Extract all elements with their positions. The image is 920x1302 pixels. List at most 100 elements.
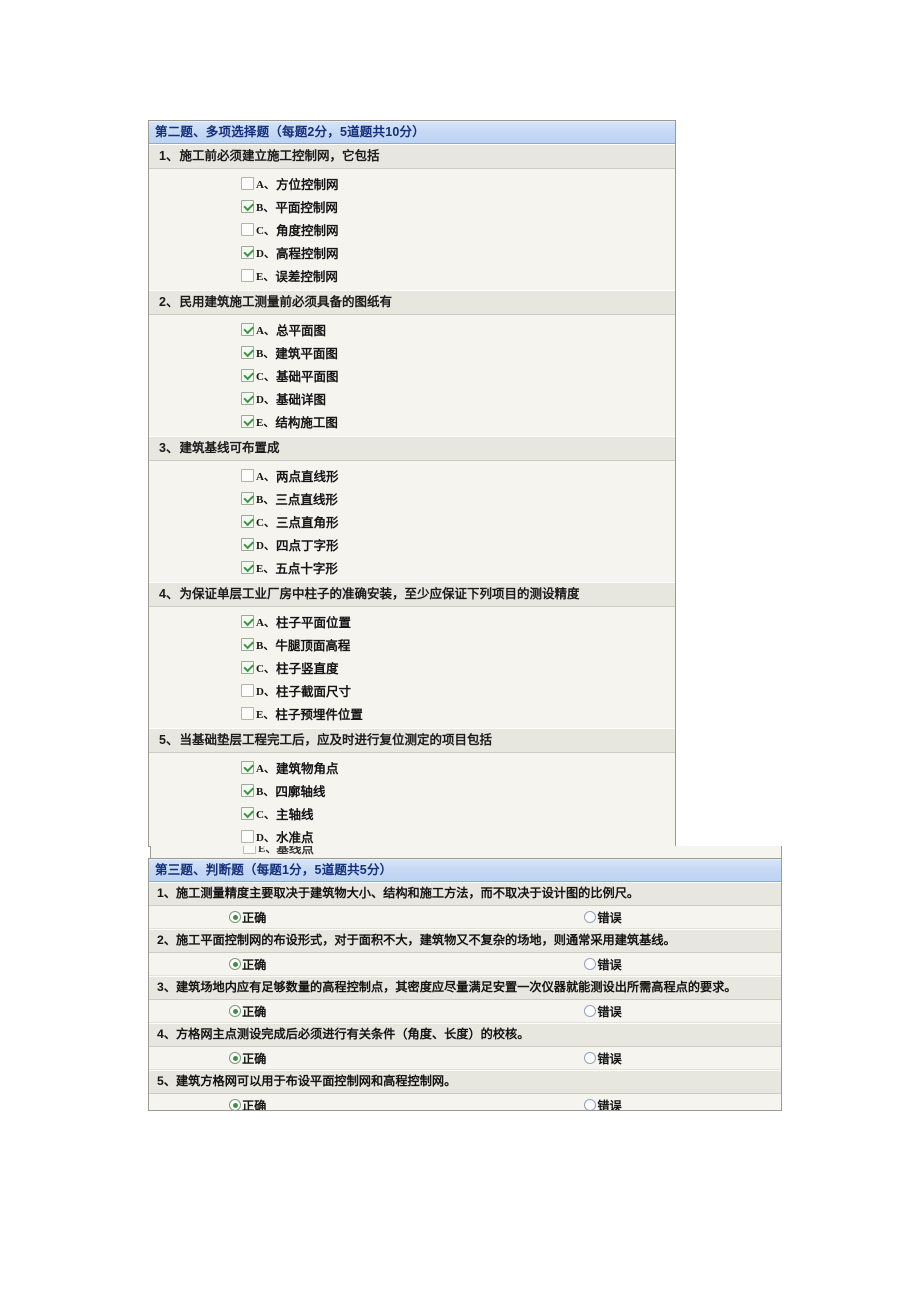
question-number: 4、	[159, 587, 179, 601]
answer-row: 正确 错误	[149, 1047, 781, 1070]
question-text: 建筑方格网可以用于布设平面控制网和高程控制网。	[175, 1074, 457, 1088]
option-row[interactable]: D、 基础详图	[149, 387, 675, 410]
radio-option-false[interactable]: 错误	[584, 1002, 622, 1020]
option-label: 柱子平面位置	[275, 616, 351, 630]
option-row[interactable]: E、 五点十字形	[149, 556, 675, 579]
option-row[interactable]: D、 四点丁字形	[149, 533, 675, 556]
question-title: 4、为保证单层工业厂房中柱子的准确安装，至少应保证下列项目的测设精度	[149, 582, 675, 607]
checkbox-checked-icon[interactable]	[241, 638, 254, 651]
checkbox-checked-icon[interactable]	[241, 807, 254, 820]
radio-label-false: 错误	[597, 958, 622, 972]
radio-label-true: 正确	[242, 911, 267, 925]
radio-option-false[interactable]: 错误	[584, 908, 622, 926]
checkbox-checked-icon[interactable]	[241, 323, 254, 336]
option-letter: B、	[256, 493, 275, 506]
radio-selected-icon[interactable]	[229, 1005, 241, 1017]
checkbox-checked-icon[interactable]	[241, 515, 254, 528]
option-row[interactable]: B、 三点直线形	[149, 487, 675, 510]
page-root: 第二题、多项选择题（每题2分，5道题共10分） 1、施工前必须建立施工控制网，它…	[0, 0, 920, 1302]
question-title: 1、施工测量精度主要取决于建筑物大小、结构和施工方法，而不取决于设计图的比例尺。	[149, 882, 781, 906]
radio-unselected-icon[interactable]	[584, 1005, 597, 1017]
checkbox-checked-icon[interactable]	[241, 784, 254, 797]
checkbox-unchecked-icon[interactable]	[241, 223, 254, 236]
option-label: 柱子截面尺寸	[275, 685, 351, 699]
option-row[interactable]: C、 基础平面图	[149, 364, 675, 387]
radio-option-true[interactable]: 正确	[229, 1049, 266, 1067]
option-letter: B、	[256, 639, 275, 652]
option-row[interactable]: A、 柱子平面位置	[149, 610, 675, 633]
checkbox-checked-icon[interactable]	[241, 538, 254, 551]
checkbox-checked-icon[interactable]	[241, 369, 254, 382]
radio-option-true[interactable]: 正确	[229, 1002, 266, 1020]
checkbox-unchecked-icon[interactable]	[241, 684, 254, 697]
option-row[interactable]: E、 误差控制网	[149, 264, 675, 287]
option-list: A、 两点直线形 B、 三点直线形 C、 三点直角形 D、 四点丁字形 E、 五…	[149, 461, 675, 582]
radio-label-false: 错误	[597, 911, 622, 925]
question-title: 5、当基础垫层工程完工后，应及时进行复位测定的项目包括	[149, 728, 675, 753]
checkbox-unchecked-icon[interactable]	[241, 269, 254, 282]
answer-row: 正确 错误	[149, 906, 781, 929]
radio-unselected-icon[interactable]	[584, 1052, 597, 1064]
checkbox-unchecked-icon[interactable]	[241, 469, 254, 482]
option-list: A、 方位控制网 B、 平面控制网 C、 角度控制网 D、 高程控制网 E、 误…	[149, 169, 675, 290]
checkbox-unchecked-icon[interactable]	[241, 830, 254, 843]
option-row[interactable]: D、 高程控制网	[149, 241, 675, 264]
option-row[interactable]: B、 四廓轴线	[149, 779, 675, 802]
option-row[interactable]: C、 角度控制网	[149, 218, 675, 241]
option-row[interactable]: B、 牛腿顶面高程	[149, 633, 675, 656]
option-row[interactable]: B、 平面控制网	[149, 195, 675, 218]
radio-unselected-icon[interactable]	[584, 911, 597, 923]
option-row[interactable]: A、 建筑物角点	[149, 756, 675, 779]
radio-selected-icon[interactable]	[229, 1052, 241, 1064]
question-title: 2、施工平面控制网的布设形式，对于面积不大，建筑物又不复杂的场地，则通常采用建筑…	[149, 929, 781, 953]
checkbox-checked-icon[interactable]	[241, 661, 254, 674]
question-text: 建筑场地内应有足够数量的高程控制点，其密度应尽量满足安置一次仪器就能测设出所需高…	[175, 980, 737, 994]
option-letter: E、	[256, 416, 275, 429]
option-row[interactable]: B、 建筑平面图	[149, 341, 675, 364]
answer-row: 正确 错误	[149, 1094, 781, 1110]
option-list: A、 柱子平面位置 B、 牛腿顶面高程 C、 柱子竖直度 D、 柱子截面尺寸 E…	[149, 607, 675, 728]
checkbox-checked-icon[interactable]	[241, 246, 254, 259]
checkbox-checked-icon[interactable]	[241, 415, 254, 428]
radio-selected-icon[interactable]	[229, 911, 241, 923]
option-label: 平面控制网	[275, 201, 338, 215]
radio-unselected-icon[interactable]	[584, 958, 597, 970]
option-label: 两点直线形	[275, 470, 339, 484]
radio-selected-icon[interactable]	[229, 958, 241, 970]
option-list: A、 总平面图 B、 建筑平面图 C、 基础平面图 D、 基础详图 E、 结构施…	[149, 315, 675, 436]
option-label: 四点丁字形	[275, 539, 339, 553]
checkbox-checked-icon[interactable]	[241, 346, 254, 359]
radio-option-false[interactable]: 错误	[584, 955, 622, 973]
option-row[interactable]: D、 柱子截面尺寸	[149, 679, 675, 702]
radio-unselected-icon[interactable]	[584, 1099, 597, 1110]
option-label: 角度控制网	[275, 224, 339, 238]
radio-option-true[interactable]: 正确	[229, 955, 266, 973]
radio-selected-icon[interactable]	[229, 1099, 241, 1110]
checkbox-unchecked-icon[interactable]	[241, 177, 254, 190]
option-letter: A、	[256, 178, 275, 191]
option-label: 结构施工图	[275, 416, 338, 430]
checkbox-checked-icon[interactable]	[241, 561, 254, 574]
option-letter: D、	[256, 393, 275, 406]
question-block: 1、施工前必须建立施工控制网，它包括 A、 方位控制网 B、 平面控制网 C、 …	[149, 144, 675, 290]
checkbox-checked-icon[interactable]	[241, 761, 254, 774]
option-row[interactable]: C、 三点直角形	[149, 510, 675, 533]
checkbox-checked-icon[interactable]	[241, 392, 254, 405]
radio-option-true[interactable]: 正确	[229, 1096, 266, 1110]
radio-option-false[interactable]: 错误	[584, 1096, 622, 1110]
option-label: 方位控制网	[275, 178, 339, 192]
option-row[interactable]: C、 主轴线	[149, 802, 675, 825]
checkbox-checked-icon[interactable]	[241, 200, 254, 213]
option-row[interactable]: A、 总平面图	[149, 318, 675, 341]
option-row[interactable]: D、 水准点	[149, 825, 675, 846]
option-row[interactable]: E、 柱子预埋件位置	[149, 702, 675, 725]
option-row[interactable]: E、 结构施工图	[149, 410, 675, 433]
radio-option-true[interactable]: 正确	[229, 908, 266, 926]
checkbox-unchecked-icon[interactable]	[241, 707, 254, 720]
checkbox-checked-icon[interactable]	[241, 615, 254, 628]
option-row[interactable]: A、 方位控制网	[149, 172, 675, 195]
radio-option-false[interactable]: 错误	[584, 1049, 622, 1067]
option-row[interactable]: C、 柱子竖直度	[149, 656, 675, 679]
checkbox-checked-icon[interactable]	[241, 492, 254, 505]
option-row[interactable]: A、 两点直线形	[149, 464, 675, 487]
